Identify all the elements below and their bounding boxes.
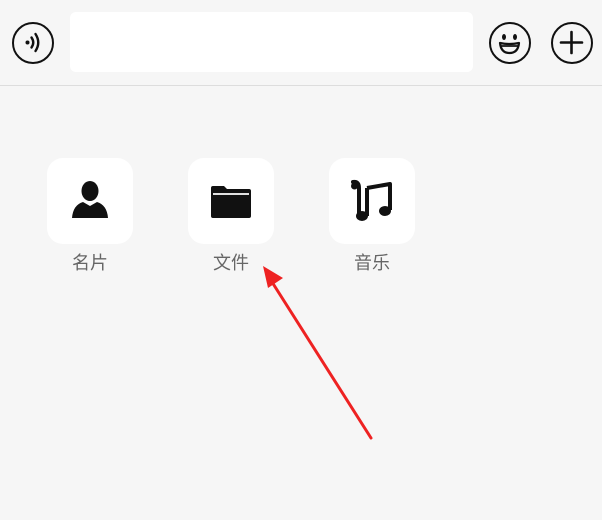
annotation-arrow (263, 266, 373, 440)
